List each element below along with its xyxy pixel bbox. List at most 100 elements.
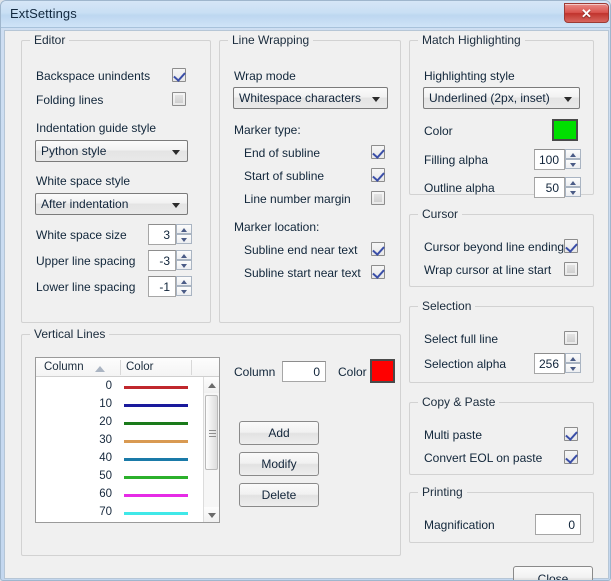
add-button[interactable]: Add — [239, 421, 319, 445]
backspace-unindents-checkbox[interactable] — [172, 68, 186, 82]
highlighting-style-combo[interactable]: Underlined (2px, inset) — [423, 87, 580, 109]
scroll-up-icon[interactable] — [204, 377, 219, 393]
group-copy-paste-legend: Copy & Paste — [418, 395, 500, 409]
column-input-value: 0 — [313, 365, 320, 379]
table-header-column[interactable]: Column — [44, 361, 84, 373]
indentation-guide-style-label: Indentation guide style — [36, 121, 157, 135]
column-input-field[interactable]: 0 — [282, 361, 326, 382]
delete-button[interactable]: Delete — [239, 483, 319, 507]
filling-alpha-field[interactable]: 100 — [534, 149, 565, 170]
outline-alpha-stepper[interactable] — [565, 177, 581, 198]
white-space-size-value: 3 — [163, 228, 170, 242]
selection-alpha-stepper[interactable] — [565, 353, 581, 374]
magnification-value: 0 — [568, 518, 575, 532]
outline-alpha-label: Outline alpha — [424, 181, 495, 195]
title-bar: ExtSettings ✕ — [1, 1, 610, 28]
group-printing-legend: Printing — [418, 485, 467, 499]
folding-lines-checkbox[interactable] — [172, 92, 186, 106]
table-row[interactable]: 60 — [36, 486, 219, 504]
scroll-down-icon[interactable] — [204, 507, 219, 522]
table-row[interactable]: 10 — [36, 396, 219, 414]
line-color-label: Color — [338, 365, 367, 379]
stepper-down-icon[interactable] — [176, 286, 192, 296]
filling-alpha-stepper[interactable] — [565, 149, 581, 170]
close-dialog-button[interactable]: Close — [513, 566, 593, 580]
row-column-value: 40 — [99, 452, 112, 464]
table-row[interactable]: 30 — [36, 432, 219, 450]
stepper-down-icon[interactable] — [176, 260, 192, 270]
wrap-mode-value: Whitespace characters — [239, 91, 362, 105]
magnification-label: Magnification — [424, 518, 495, 532]
magnification-field[interactable]: 0 — [535, 514, 581, 535]
wrap-cursor-at-line-start-checkbox[interactable] — [564, 262, 578, 276]
line-color-swatch[interactable] — [370, 359, 395, 383]
chevron-down-icon — [372, 97, 380, 102]
thumb-grip — [209, 436, 216, 437]
lower-line-spacing-field[interactable]: -1 — [148, 276, 176, 297]
highlighting-style-label: Highlighting style — [424, 69, 515, 83]
group-copy-paste: Copy & Paste Multi paste Convert EOL on … — [409, 395, 594, 475]
start-of-subline-checkbox[interactable] — [371, 168, 385, 182]
ext-settings-window: ExtSettings ✕ Editor Backspace unindents… — [0, 0, 611, 581]
wrap-mode-label: Wrap mode — [234, 69, 296, 83]
table-row[interactable]: 20 — [36, 414, 219, 432]
upper-line-spacing-field[interactable]: -3 — [148, 250, 176, 271]
wrap-mode-combo[interactable]: Whitespace characters — [233, 87, 388, 109]
table-row[interactable]: 0 — [36, 378, 219, 396]
table-row[interactable]: 40 — [36, 450, 219, 468]
indentation-guide-style-combo[interactable]: Python style — [35, 140, 188, 162]
white-space-size-field[interactable]: 3 — [148, 224, 176, 245]
stepper-down-icon[interactable] — [565, 159, 581, 169]
match-color-swatch[interactable] — [552, 119, 578, 141]
row-color-line — [124, 422, 188, 425]
stepper-up-icon[interactable] — [565, 177, 581, 187]
end-of-subline-checkbox[interactable] — [371, 145, 385, 159]
selection-alpha-field[interactable]: 256 — [534, 353, 565, 374]
table-vertical-scrollbar[interactable] — [203, 377, 219, 522]
dialog-client-area: Editor Backspace unindents Folding lines… — [4, 30, 609, 580]
close-window-button[interactable]: ✕ — [564, 3, 609, 23]
table-header: Column Color — [36, 358, 219, 377]
scrollbar-thumb[interactable] — [205, 395, 218, 470]
lower-line-spacing-stepper[interactable] — [176, 276, 192, 297]
thumb-grip — [209, 430, 216, 431]
line-number-margin-checkbox[interactable] — [371, 191, 385, 205]
stepper-down-icon[interactable] — [176, 234, 192, 244]
upper-line-spacing-stepper[interactable] — [176, 250, 192, 271]
lower-line-spacing-value: -1 — [159, 280, 170, 294]
stepper-up-icon[interactable] — [176, 250, 192, 260]
upper-line-spacing-label: Upper line spacing — [36, 254, 136, 268]
group-selection-legend: Selection — [418, 299, 476, 313]
thumb-grip — [209, 433, 216, 434]
header-divider — [191, 360, 192, 375]
table-header-color[interactable]: Color — [126, 361, 153, 373]
outline-alpha-field[interactable]: 50 — [534, 177, 565, 198]
selection-alpha-label: Selection alpha — [424, 357, 507, 371]
multi-paste-checkbox[interactable] — [564, 427, 578, 441]
white-space-style-combo[interactable]: After indentation — [35, 193, 188, 215]
stepper-up-icon[interactable] — [176, 224, 192, 234]
subline-end-near-text-checkbox[interactable] — [371, 242, 385, 256]
convert-eol-on-paste-checkbox[interactable] — [564, 450, 578, 464]
cursor-beyond-line-endings-label: Cursor beyond line endings — [424, 240, 571, 254]
row-color-line — [124, 494, 188, 497]
select-full-line-label: Select full line — [424, 332, 499, 346]
row-column-value: 30 — [99, 434, 112, 446]
stepper-up-icon[interactable] — [565, 353, 581, 363]
table-row[interactable]: 50 — [36, 468, 219, 486]
chevron-down-icon — [172, 203, 180, 208]
stepper-down-icon[interactable] — [565, 363, 581, 373]
group-selection: Selection Select full line Selection alp… — [409, 299, 594, 383]
subline-start-near-text-label: Subline start near text — [244, 266, 361, 280]
select-full-line-checkbox[interactable] — [564, 331, 578, 345]
vertical-lines-table[interactable]: Column Color 0 10 20 30 40 50 60 70 — [35, 357, 220, 523]
stepper-up-icon[interactable] — [176, 276, 192, 286]
cursor-beyond-line-endings-checkbox[interactable] — [564, 239, 578, 253]
modify-button[interactable]: Modify — [239, 452, 319, 476]
filling-alpha-value: 100 — [538, 153, 559, 167]
white-space-size-stepper[interactable] — [176, 224, 192, 245]
stepper-down-icon[interactable] — [565, 187, 581, 197]
stepper-up-icon[interactable] — [565, 149, 581, 159]
subline-start-near-text-checkbox[interactable] — [371, 265, 385, 279]
table-row[interactable]: 70 — [36, 504, 219, 522]
